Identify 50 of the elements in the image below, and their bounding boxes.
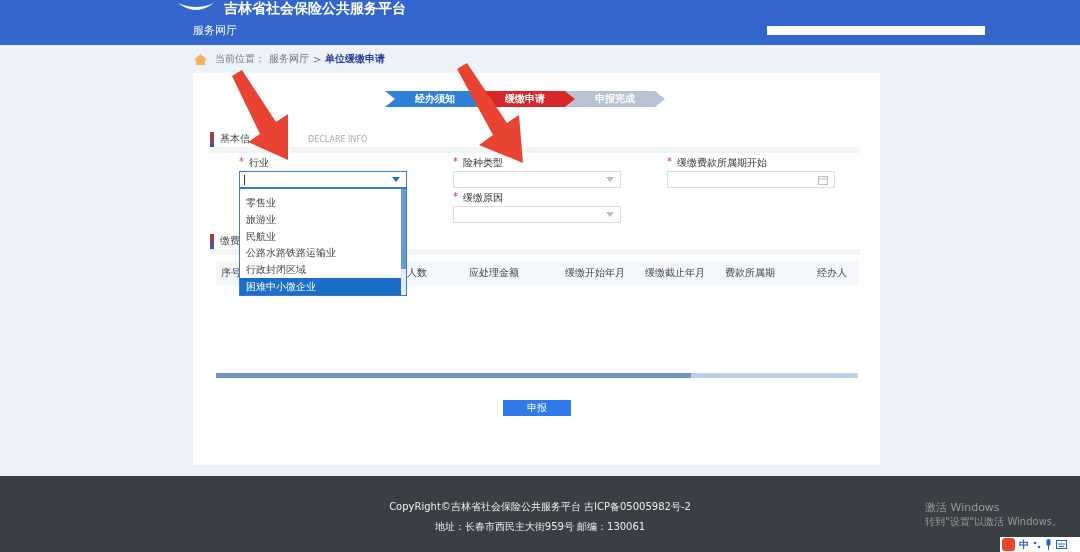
punctuation-icon[interactable] <box>1033 540 1041 549</box>
keyboard-icon[interactable] <box>1056 540 1067 549</box>
dropdown-option[interactable]: 零售业 <box>240 194 401 212</box>
column-header: 经办人 <box>816 266 847 280</box>
caret-icon <box>392 177 400 182</box>
nav-link[interactable]: 服务网厅 <box>193 23 237 38</box>
dropdown-option[interactable]: 困难中小微企业 <box>240 278 401 295</box>
section-subtitle: DECLARE INFO <box>308 134 368 144</box>
field-label: 缓缴原因 <box>463 191 503 204</box>
dropdown-option[interactable]: 旅游业 <box>240 211 401 229</box>
section-title: 基本信 <box>220 132 250 146</box>
microphone-icon[interactable] <box>1045 539 1052 550</box>
breadcrumb-label: 当前位置： <box>215 52 265 66</box>
site-title: 吉林省社会保险公共服务平台 <box>224 0 406 16</box>
horizontal-scrollbar[interactable] <box>216 373 858 378</box>
dropdown-option[interactable]: 民航业 <box>240 228 401 245</box>
required-mark: * <box>239 156 244 169</box>
calendar-icon <box>818 174 828 185</box>
column-header: 缓缴截止年月 <box>645 266 705 280</box>
column-header: 缓缴开始年月 <box>565 266 625 280</box>
section-marker <box>210 131 214 147</box>
required-mark: * <box>667 156 672 169</box>
dropdown-option[interactable]: 公路水路铁路运输业 <box>240 244 401 262</box>
ime-mode[interactable]: 中 <box>1019 537 1029 552</box>
breadcrumb-separator: > <box>313 53 322 65</box>
ime-logo-icon[interactable] <box>1002 538 1015 551</box>
activation-hint: 转到"设置"以激活 Windows。 <box>925 515 1063 529</box>
copyright-text: CopyRight©吉林省社会保险公共服务平台 吉ICP备05005982号-2 <box>389 500 691 514</box>
caret-icon <box>606 177 614 182</box>
activation-title: 激活 Windows <box>925 500 1001 515</box>
address-text: 地址：长春市西民主大街959号 邮编：130061 <box>434 520 646 534</box>
breadcrumb-link[interactable]: 服务网厅 <box>269 52 309 66</box>
submit-button[interactable]: 申报 <box>502 400 571 416</box>
section-title: 缴费 <box>220 234 240 248</box>
column-header: 人数 <box>407 266 427 280</box>
field-label: 险种类型 <box>463 156 503 169</box>
breadcrumb-link[interactable]: 单位缓缴申请 <box>325 52 386 66</box>
column-header: 序号 <box>221 266 241 280</box>
required-mark: * <box>453 191 458 204</box>
field-label: 行业 <box>249 156 269 169</box>
scrollbar[interactable] <box>401 189 406 295</box>
required-mark: * <box>453 156 458 169</box>
select-field[interactable] <box>239 171 407 188</box>
column-header: 应处理金额 <box>469 266 519 280</box>
caret-icon <box>606 212 614 217</box>
dropdown-option[interactable]: 行政封闭区域 <box>240 261 401 279</box>
section-marker <box>210 233 214 249</box>
home-icon <box>194 53 207 65</box>
field-label: 缓缴费款所属期开始 <box>677 156 767 169</box>
column-header: 费款所属期 <box>725 266 775 280</box>
